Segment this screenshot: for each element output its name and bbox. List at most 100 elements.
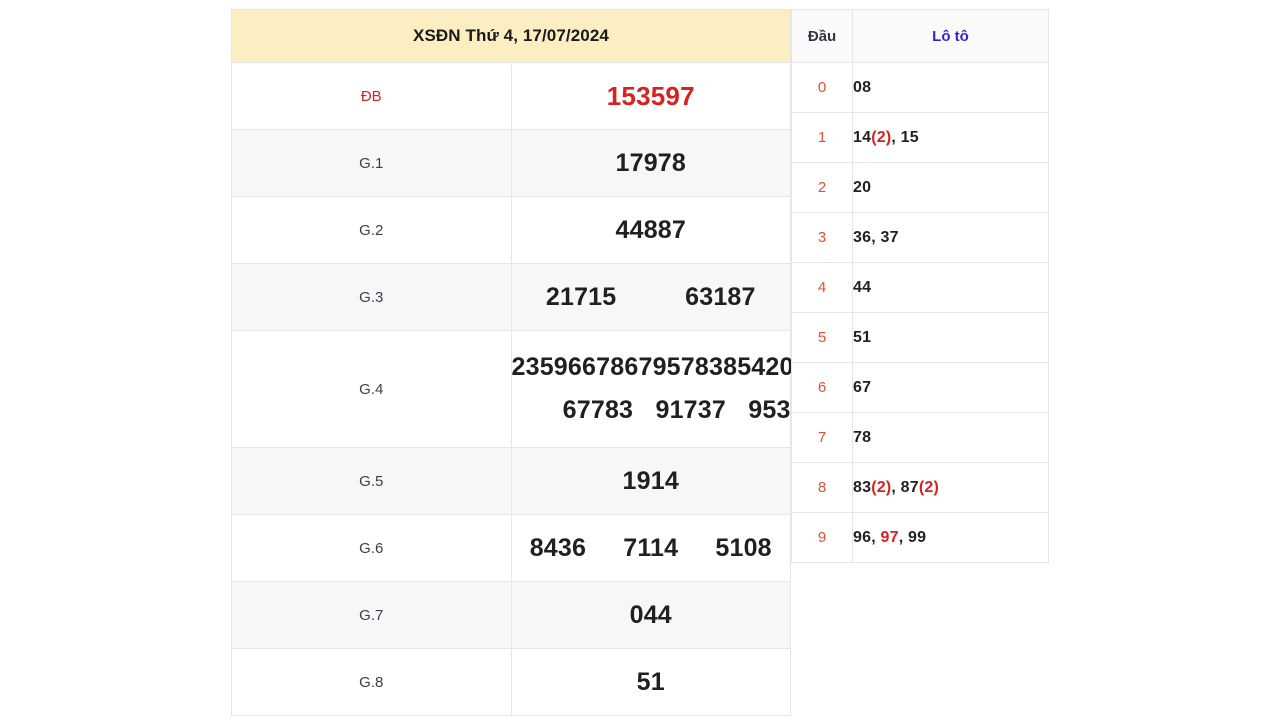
prize-number: 91737 — [655, 396, 726, 424]
prize-label: ĐB — [231, 62, 512, 130]
prize-number: 8436 — [529, 533, 587, 562]
loto-row: 2 20 — [791, 162, 1049, 213]
prize-number: 21715 — [545, 282, 617, 311]
loto-number: 83 — [853, 478, 872, 496]
loto-header-dau: Đầu — [791, 9, 853, 63]
loto-separator: , — [898, 528, 908, 546]
loto-separator: , — [871, 528, 881, 546]
loto-dau-value: 3 — [791, 212, 853, 263]
loto-numbers-cell: 20 — [852, 162, 1049, 213]
prize-number-line: 17978 — [512, 149, 791, 178]
prize-number-line: 153597 — [512, 81, 791, 112]
prize-row: G.8 51 — [231, 648, 791, 716]
prize-label: G.6 — [231, 514, 512, 582]
loto-table-body: Đầu Lô tô 0 08 1 14(2), 15 2 20 3 36, 37 4 44 5 51 6… — [791, 9, 1049, 563]
loto-table-header-row: Đầu Lô tô — [791, 9, 1049, 63]
prize-label: G.7 — [231, 581, 512, 649]
loto-dau-value: 8 — [791, 462, 853, 513]
loto-row: 9 96, 97, 99 — [791, 512, 1049, 563]
loto-dau-value: 7 — [791, 412, 853, 463]
loto-row: 1 14(2), 15 — [791, 112, 1049, 163]
prize-row: G.5 1914 — [231, 447, 791, 515]
loto-number: 67 — [853, 378, 872, 396]
prize-numbers-cell: 17978 — [510, 129, 791, 197]
prize-number-line: 1914 — [512, 467, 791, 496]
prize-number-line: 51 — [512, 668, 791, 697]
loto-number: 20 — [853, 178, 872, 196]
loto-row: 7 78 — [791, 412, 1049, 463]
prize-label: G.5 — [231, 447, 512, 515]
prize-number: 5108 — [715, 533, 772, 562]
prize-table-header-row: XSĐN Thứ 4, 17/07/2024 — [231, 9, 791, 63]
loto-row: 0 08 — [791, 62, 1049, 113]
loto-number: 97 — [880, 528, 899, 546]
loto-row: 3 36, 37 — [791, 212, 1049, 263]
loto-dau-value: 0 — [791, 62, 853, 113]
loto-number: 15 — [900, 128, 919, 146]
loto-numbers-cell: 83(2), 87(2) — [852, 462, 1049, 513]
loto-number: 51 — [853, 328, 872, 346]
prize-row: G.4 23596 67867 95783 85420 67783 91737 95399 — [231, 330, 819, 448]
loto-number: 44 — [853, 278, 872, 296]
prize-row: ĐB 153597 — [231, 62, 791, 130]
loto-dau-value: 6 — [791, 362, 853, 413]
loto-number-count: (2) — [871, 128, 892, 146]
prize-number-line: 23596 67867 95783 85420 — [511, 353, 794, 382]
prize-row: G.7 044 — [231, 581, 791, 649]
loto-separator: , — [891, 128, 901, 146]
loto-number-count: (2) — [871, 478, 892, 496]
prize-numbers-cell: 21715 63187 — [510, 263, 791, 331]
loto-row: 4 44 — [791, 262, 1049, 313]
loto-number: 78 — [853, 428, 872, 446]
loto-numbers-cell: 67 — [852, 362, 1049, 413]
loto-number: 08 — [853, 78, 872, 96]
loto-separator: , — [871, 228, 881, 246]
loto-dau-value: 9 — [791, 512, 853, 563]
prize-row: G.2 44887 — [231, 196, 791, 264]
prize-numbers-cell: 44887 — [510, 196, 791, 264]
prize-number: 17978 — [615, 148, 687, 177]
loto-numbers-cell: 96, 97, 99 — [852, 512, 1049, 563]
prize-number: 044 — [629, 600, 672, 629]
loto-row: 5 51 — [791, 312, 1049, 363]
loto-number: 96 — [853, 528, 872, 546]
prize-number-line: 44887 — [512, 216, 791, 245]
prize-number-line: 8436 7114 5108 — [512, 534, 791, 563]
prize-number: 67783 — [562, 396, 634, 424]
prize-number: 44887 — [615, 215, 687, 244]
prize-number: 153597 — [606, 80, 695, 111]
loto-separator: , — [891, 478, 901, 496]
loto-row: 6 67 — [791, 362, 1049, 413]
lottery-result-page: XSĐN Thứ 4, 17/07/2024 ĐB 153597 G.1 17978 G… — [0, 0, 1280, 720]
prize-number-line: 21715 63187 — [512, 283, 791, 312]
loto-numbers-cell: 44 — [852, 262, 1049, 313]
prize-numbers-cell: 044 — [510, 581, 791, 649]
loto-number: 99 — [908, 528, 927, 546]
prize-row: G.3 21715 63187 — [231, 263, 791, 331]
prize-number-line: 044 — [512, 601, 791, 630]
prize-table-body: XSĐN Thứ 4, 17/07/2024 ĐB 153597 G.1 17978 G… — [231, 9, 819, 716]
loto-number: 36 — [853, 228, 872, 246]
prize-row: G.1 17978 — [231, 129, 791, 197]
loto-dau-value: 2 — [791, 162, 853, 213]
prize-numbers-cell: 153597 — [510, 62, 791, 130]
prize-label: G.2 — [231, 196, 512, 264]
loto-dau-value: 4 — [791, 262, 853, 313]
loto-numbers-cell: 51 — [852, 312, 1049, 363]
prize-number: 67867 — [582, 353, 653, 381]
prize-number: 95783 — [652, 353, 724, 381]
prize-number: 51 — [636, 667, 665, 696]
loto-number: 87 — [900, 478, 919, 496]
loto-dau-value: 1 — [791, 112, 853, 163]
prize-number: 23596 — [511, 353, 583, 381]
prize-number: 7114 — [623, 533, 679, 562]
loto-numbers-cell: 14(2), 15 — [852, 112, 1049, 163]
loto-summary-table: Đầu Lô tô 0 08 1 14(2), 15 2 20 3 36, 37 4 44 5 51 6… — [791, 9, 1049, 563]
prize-results-table: XSĐN Thứ 4, 17/07/2024 ĐB 153597 G.1 17978 G… — [231, 9, 819, 716]
prize-numbers-cell: 8436 7114 5108 — [510, 514, 791, 582]
loto-numbers-cell: 78 — [852, 412, 1049, 463]
loto-numbers-cell: 36, 37 — [852, 212, 1049, 263]
prize-row: G.6 8436 7114 5108 — [231, 514, 791, 582]
prize-label: G.8 — [231, 648, 512, 716]
prize-label: G.1 — [231, 129, 512, 197]
